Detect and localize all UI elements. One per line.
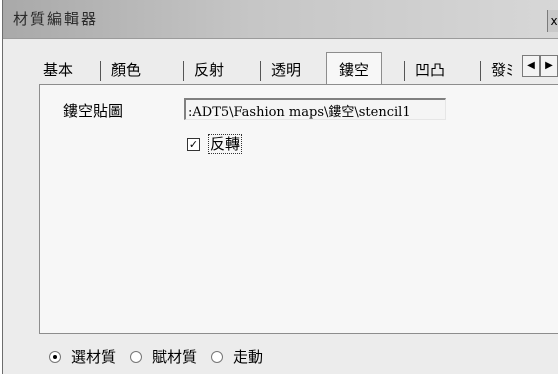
tab-strip: 基本 顏色 反射 透明 鏤空 凹凸 發ﾐ xyxy=(43,52,558,86)
tab-bump[interactable]: 凹凸 xyxy=(403,55,445,84)
invert-label[interactable]: 反轉 xyxy=(208,134,243,154)
tab-transparency[interactable]: 透明 xyxy=(259,55,301,84)
stencil-map-label: 鏤空貼圖 xyxy=(63,102,124,120)
tab-basic[interactable]: 基本 xyxy=(43,55,73,84)
tab-stencil[interactable]: 鏤空 xyxy=(326,52,383,86)
tab-scroll-right-icon[interactable]: ▶ xyxy=(540,55,558,77)
title-bar[interactable]: 材質編輯器 x xyxy=(3,0,558,39)
material-editor-window: 材質編輯器 x 基本 顏色 反射 透明 鏤空 凹凸 發ﾐ ◀ ▶ 鏤空貼圖 :A… xyxy=(2,0,558,374)
close-button[interactable]: x xyxy=(547,10,558,32)
tab-scroll-left-icon[interactable]: ◀ xyxy=(522,55,540,77)
radio-walk-label[interactable]: 走動 xyxy=(233,346,263,367)
stencil-tab-panel xyxy=(39,84,558,334)
mode-radio-group: 選材質 賦材質 走動 xyxy=(49,346,277,367)
invert-checkbox[interactable]: ✓ xyxy=(187,137,200,151)
radio-select-material-label[interactable]: 選材質 xyxy=(71,346,116,367)
radio-select-material[interactable]: 選材質 xyxy=(49,346,116,367)
radio-assign-material[interactable]: 賦材質 xyxy=(130,346,197,367)
invert-checkbox-row[interactable]: ✓ 反轉 xyxy=(187,134,243,154)
radio-assign-material-button[interactable] xyxy=(130,350,143,363)
radio-assign-material-label[interactable]: 賦材質 xyxy=(152,346,197,367)
tab-color[interactable]: 顏色 xyxy=(99,55,141,84)
radio-select-material-button[interactable] xyxy=(49,350,61,363)
tab-reflection[interactable]: 反射 xyxy=(182,55,224,84)
tab-scroll-buttons: ◀ ▶ xyxy=(522,55,558,77)
window-title: 材質編輯器 xyxy=(13,10,99,28)
radio-walk-button[interactable] xyxy=(211,350,224,363)
radio-walk[interactable]: 走動 xyxy=(211,346,263,367)
tab-emission[interactable]: 發ﾐ xyxy=(480,55,514,84)
stencil-map-path-field[interactable]: :ADT5\Fashion maps\鏤空\stencil1 xyxy=(184,98,446,120)
